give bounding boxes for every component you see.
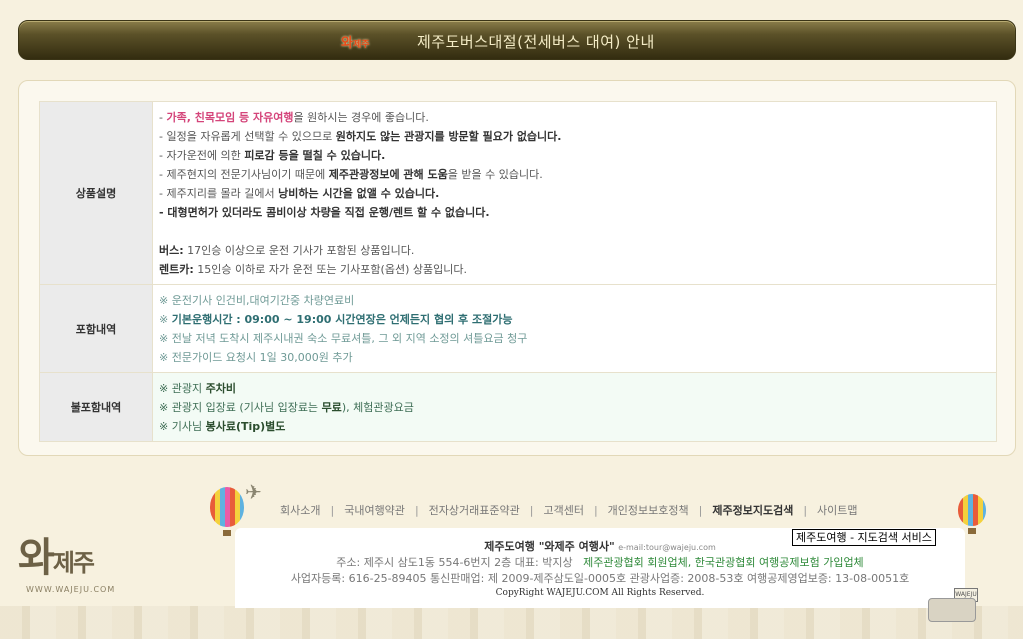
row-label-description: 상품설명 bbox=[39, 101, 153, 285]
list-item: ※ 기본운행시간 : 09:00 ~ 19:00 시간연장은 언제든지 협의 후… bbox=[159, 313, 513, 326]
balloon-basket-icon bbox=[223, 530, 231, 536]
list-item: ※ 관광지 입장료 (기사님 입장료는 무료), 체험관광요금 bbox=[159, 401, 414, 414]
footer-brand-url: WWW.WAJEJU.COM bbox=[26, 585, 116, 594]
header-logo-main: 와 bbox=[341, 36, 353, 51]
description-content: - 가족, 친목모임 등 자유여행을 원하시는 경우에 좋습니다. - 일정을 … bbox=[152, 101, 997, 285]
footer-brand-sub: 제주 bbox=[52, 549, 95, 577]
footer-link-ecommerce-terms[interactable]: 전자상거래표준약관 bbox=[419, 504, 530, 517]
balloon-basket-icon bbox=[968, 528, 976, 534]
row-label-included: 포함내역 bbox=[39, 284, 153, 373]
note-rentcar: 렌트카: 15인승 이하로 자가 운전 또는 기사포함(옵션) 상품입니다. bbox=[159, 263, 467, 276]
footer-brand-logo: 와제주 bbox=[18, 525, 95, 583]
list-item: - 제주지리를 몰라 길에서 낭비하는 시간을 없앨 수 있습니다. bbox=[159, 187, 440, 200]
list-item: ※ 관광지 주차비 bbox=[159, 382, 236, 395]
excluded-content: ※ 관광지 주차비 ※ 관광지 입장료 (기사님 입장료는 무료), 체험관광요… bbox=[152, 372, 997, 442]
company-address-line: 주소: 제주시 삼도1동 554-6번지 2층 대표: 박지상 제주관광협회 회… bbox=[235, 554, 965, 570]
bus-icon bbox=[928, 598, 976, 622]
included-content: ※ 운전기사 인건비,대여기간중 차량연료비 ※ 기본운행시간 : 09:00 … bbox=[152, 284, 997, 373]
header-logo: 와제주 bbox=[341, 32, 370, 51]
page-title: 제주도버스대절(전세버스 대여) 안내 bbox=[417, 33, 655, 51]
footer-nav: 회사소개 | 국내여행약관 | 전자상거래표준약관 | 고객센터 | 개인정보보호정책 | 제주정보… bbox=[270, 502, 868, 518]
list-item: ※ 전날 저녁 도착시 제주시내권 숙소 무료셔틀, 그 외 지역 소정의 셔틀… bbox=[159, 332, 528, 345]
copyright: CopyRight WAJEJU.COM All Rights Reserved… bbox=[495, 588, 705, 598]
row-label-excluded: 불포함내역 bbox=[39, 372, 153, 442]
company-email[interactable]: e-mail:tour@wajeju.com bbox=[618, 543, 716, 552]
product-info-table: 상품설명 - 가족, 친목모임 등 자유여행을 원하시는 경우에 좋습니다. -… bbox=[39, 101, 997, 442]
footer-link-privacy[interactable]: 개인정보보호정책 bbox=[598, 504, 699, 517]
table-row: 포함내역 ※ 운전기사 인건비,대여기간중 차량연료비 ※ 기본운행시간 : 0… bbox=[39, 284, 997, 373]
list-item: - 자가운전에 의한 피로감 등을 떨칠 수 있습니다. bbox=[159, 149, 386, 162]
list-item: - 대형면허가 있더라도 콤비이상 차량을 직접 운행/렌트 할 수 없습니다. bbox=[159, 206, 490, 219]
table-row: 상품설명 - 가족, 친목모임 등 자유여행을 원하시는 경우에 좋습니다. -… bbox=[39, 101, 997, 285]
list-item: ※ 운전기사 인건비,대여기간중 차량연료비 bbox=[159, 294, 355, 307]
footer-brand-main: 와 bbox=[18, 535, 55, 581]
company-prefix: 제주도여행 bbox=[484, 540, 539, 553]
footer-link-map-search[interactable]: 제주정보지도검색 bbox=[702, 504, 803, 517]
footer-link-sitemap[interactable]: 사이트맵 bbox=[807, 504, 867, 517]
company-address: 주소: 제주시 삼도1동 554-6번지 2층 대표: 박지상 bbox=[336, 556, 573, 569]
header-logo-sub: 제주 bbox=[352, 40, 370, 50]
footer-link-about[interactable]: 회사소개 bbox=[270, 504, 330, 517]
list-item: - 가족, 친목모임 등 자유여행을 원하시는 경우에 좋습니다. bbox=[159, 111, 429, 124]
map-search-tooltip: 제주도여행 - 지도검색 서비스 bbox=[792, 529, 936, 546]
bus-sign-text: WAJEJU bbox=[955, 591, 977, 598]
list-item: ※ 기사님 봉사료(Tip)별도 bbox=[159, 420, 286, 433]
town-illustration bbox=[0, 606, 1023, 639]
hot-air-balloon-icon bbox=[210, 487, 244, 527]
list-item: - 일정을 자유롭게 선택할 수 있으므로 원하지도 않는 관광지를 방문할 필… bbox=[159, 130, 562, 143]
note-bus: 버스: 17인승 이상으로 운전 기사가 포함된 상품입니다. bbox=[159, 244, 415, 257]
list-item: - 제주현지의 전문기사님이기 때문에 제주관광정보에 관해 도움을 받을 수 … bbox=[159, 168, 543, 181]
page-header-banner: 와제주 제주도버스대절(전세버스 대여) 안내 bbox=[18, 20, 1016, 60]
company-name: "와제주 여행사" bbox=[538, 540, 615, 553]
hot-air-balloon-icon bbox=[958, 494, 986, 526]
company-associations: 제주관광협회 회원업체, 한국관광협회 여행공제보험 가입업체 bbox=[583, 556, 864, 569]
list-item: ※ 전문가이드 요청시 1일 30,000원 추가 bbox=[159, 351, 353, 364]
footer-link-customer-center[interactable]: 고객센터 bbox=[533, 504, 593, 517]
company-registration: 사업자등록: 616-25-89405 통신판매업: 제 2009-제주삼도일-… bbox=[290, 572, 910, 585]
airplane-icon: ✈ bbox=[245, 480, 262, 504]
footer-link-travel-terms[interactable]: 국내여행약관 bbox=[334, 504, 415, 517]
info-panel: 상품설명 - 가족, 친목모임 등 자유여행을 원하시는 경우에 좋습니다. -… bbox=[18, 80, 1016, 456]
table-row: 불포함내역 ※ 관광지 주차비 ※ 관광지 입장료 (기사님 입장료는 무료),… bbox=[39, 372, 997, 442]
